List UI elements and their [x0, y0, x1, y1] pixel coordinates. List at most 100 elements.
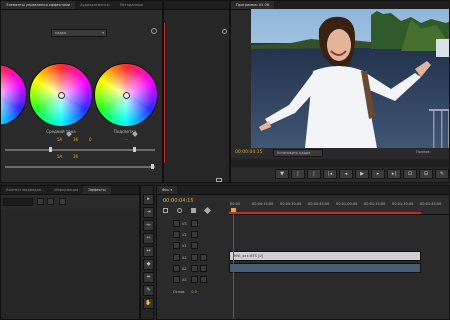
lower-value-b[interactable]: 36 [73, 154, 78, 159]
effect-field[interactable]: кадра ▾ [51, 29, 107, 37]
master-label: Основ. [173, 289, 186, 294]
razor-tool[interactable]: ◆ [143, 259, 153, 270]
toggle-output-button[interactable] [173, 276, 180, 283]
lower-slider-handle[interactable] [151, 164, 154, 169]
new-custom-bin-button[interactable] [47, 198, 54, 205]
level-slider-handle-2[interactable] [133, 147, 136, 152]
tab-effect-controls[interactable]: Элементы управления эффектами [1, 1, 76, 9]
track-label[interactable]: V3 [182, 222, 187, 226]
solo-track-button[interactable] [199, 276, 207, 283]
highlights-wheel-handle[interactable] [123, 92, 130, 99]
toggle-output-button[interactable] [173, 220, 180, 227]
timeline-tabbar: Фкк ▾ [157, 186, 449, 195]
lock-track-button[interactable] [190, 242, 198, 249]
value-a[interactable]: 5A [57, 137, 62, 142]
source-tabbar [164, 1, 229, 10]
rate-stretch-tool[interactable]: ↔ [143, 246, 153, 257]
panel-menu-icon[interactable] [222, 29, 227, 34]
project-panel: Контент медиадан... Информация Эффекты [0, 185, 140, 320]
linked-selection-icon[interactable] [177, 208, 182, 213]
mark-in-button[interactable]: ▼ [275, 169, 289, 179]
playhead-handle[interactable] [231, 208, 236, 212]
timeline-timecode[interactable]: 00:00:04:15 [163, 198, 194, 204]
track-header-master: Основ. 0.0 [157, 286, 243, 297]
midtones-wheel-handle[interactable] [58, 92, 65, 99]
fit-dropdown[interactable]: Установить кадра [273, 149, 323, 157]
level-slider-handle[interactable] [49, 147, 52, 152]
mark-out-button[interactable]: | [291, 169, 305, 179]
mute-track-button[interactable] [190, 276, 198, 283]
reset-icon[interactable] [151, 28, 157, 34]
clip-name: MVI_xxx.MTS [V] [234, 254, 264, 258]
pen-tool[interactable]: ✎ [143, 285, 153, 296]
rolling-edit-tool[interactable]: ⇿ [143, 233, 153, 244]
tab-sequence[interactable]: Фкк ▾ [157, 186, 178, 194]
toggle-output-button[interactable] [173, 242, 180, 249]
slip-tool[interactable]: ⇹ [143, 272, 153, 283]
mute-track-button[interactable] [190, 265, 198, 272]
add-marker-icon[interactable] [191, 208, 196, 213]
tab-info[interactable]: Информация [49, 186, 83, 194]
effect-field-value: кадра [55, 31, 67, 35]
step-back-frame-button[interactable]: ◂ [339, 169, 353, 179]
value-b[interactable]: 36 [73, 137, 78, 142]
wrench-icon[interactable] [216, 178, 222, 182]
toggle-output-button[interactable] [173, 231, 180, 238]
go-to-in-button[interactable]: | [307, 169, 321, 179]
toggle-output-button[interactable] [173, 265, 180, 272]
tab-media-browser[interactable]: Контент медиадан... [1, 186, 49, 194]
lower-value-a[interactable]: 5A [57, 154, 62, 159]
master-value[interactable]: 0.0 [191, 290, 197, 294]
track-label[interactable]: V2 [182, 233, 187, 237]
audio-clip-a1[interactable] [229, 263, 421, 273]
midtones-color-wheel[interactable] [29, 63, 93, 127]
tab-program[interactable]: Программа: 05 08 [231, 1, 274, 9]
effects-search-input[interactable] [3, 198, 33, 206]
mute-track-button[interactable] [190, 254, 198, 261]
resolution-label[interactable]: Полное [416, 150, 430, 154]
tab-audio-mixer[interactable]: Аудиоэлементы [75, 1, 115, 9]
tab-effects[interactable]: Эффекты [83, 186, 111, 194]
go-to-out-button[interactable]: ▸| [387, 169, 401, 179]
timeline-playhead[interactable] [233, 208, 234, 319]
tools-panel: ▸ ⇥ ⟛ ⇿ ↔ ◆ ⇹ ✎ ✋ [140, 185, 154, 320]
chevron-down-icon: ▾ [102, 31, 104, 35]
lower-slider-track[interactable] [5, 166, 155, 168]
solo-track-button[interactable] [199, 254, 207, 261]
track-label[interactable]: A1 [182, 256, 187, 260]
selection-tool[interactable]: ▸ [143, 194, 153, 205]
track-label[interactable]: A2 [182, 267, 187, 271]
track-header-v2: V2 [157, 229, 243, 240]
program-timecode[interactable]: 00:00:04:15 [235, 150, 262, 155]
solo-track-button[interactable] [199, 265, 207, 272]
lock-track-button[interactable] [190, 231, 198, 238]
extract-button[interactable]: ⊟ [419, 169, 433, 179]
yuv-filter-button[interactable] [59, 198, 66, 205]
shadows-color-wheel[interactable] [1, 64, 27, 126]
ruler-label: 00:01:00:00 [336, 202, 358, 206]
hand-tool[interactable]: ✋ [143, 298, 153, 309]
toggle-output-button[interactable] [173, 254, 180, 261]
step-forward-button[interactable]: ▸ [371, 169, 385, 179]
highlights-color-wheel[interactable] [94, 63, 158, 127]
play-button[interactable]: ▶ [355, 169, 369, 179]
work-area-bar[interactable] [229, 212, 421, 214]
track-label[interactable]: V1 [182, 244, 187, 248]
step-back-button[interactable]: |◂ [323, 169, 337, 179]
new-bin-button[interactable] [37, 198, 44, 205]
midtones-wheel-label: Средний тона [46, 129, 76, 134]
lift-button[interactable]: ⊡ [403, 169, 417, 179]
track-label[interactable]: A3 [182, 278, 187, 282]
ruler-label: 00:00:15:00 [252, 202, 274, 206]
video-clip-v1[interactable]: MVI_xxx.MTS [V] [229, 251, 421, 261]
track-select-tool[interactable]: ⇥ [143, 207, 153, 218]
wrench-icon[interactable] [203, 206, 212, 215]
lock-track-button[interactable] [190, 220, 198, 227]
tab-metadata[interactable]: Метаданные [115, 1, 148, 9]
ruler-label: 00:00 [230, 202, 241, 206]
value-c[interactable]: 0 [89, 137, 92, 142]
export-frame-button[interactable]: ✎ [435, 169, 449, 179]
ruler-label: 00:01:30:00 [392, 202, 414, 206]
ripple-edit-tool[interactable]: ⟛ [143, 220, 153, 231]
snap-icon[interactable] [163, 208, 168, 213]
